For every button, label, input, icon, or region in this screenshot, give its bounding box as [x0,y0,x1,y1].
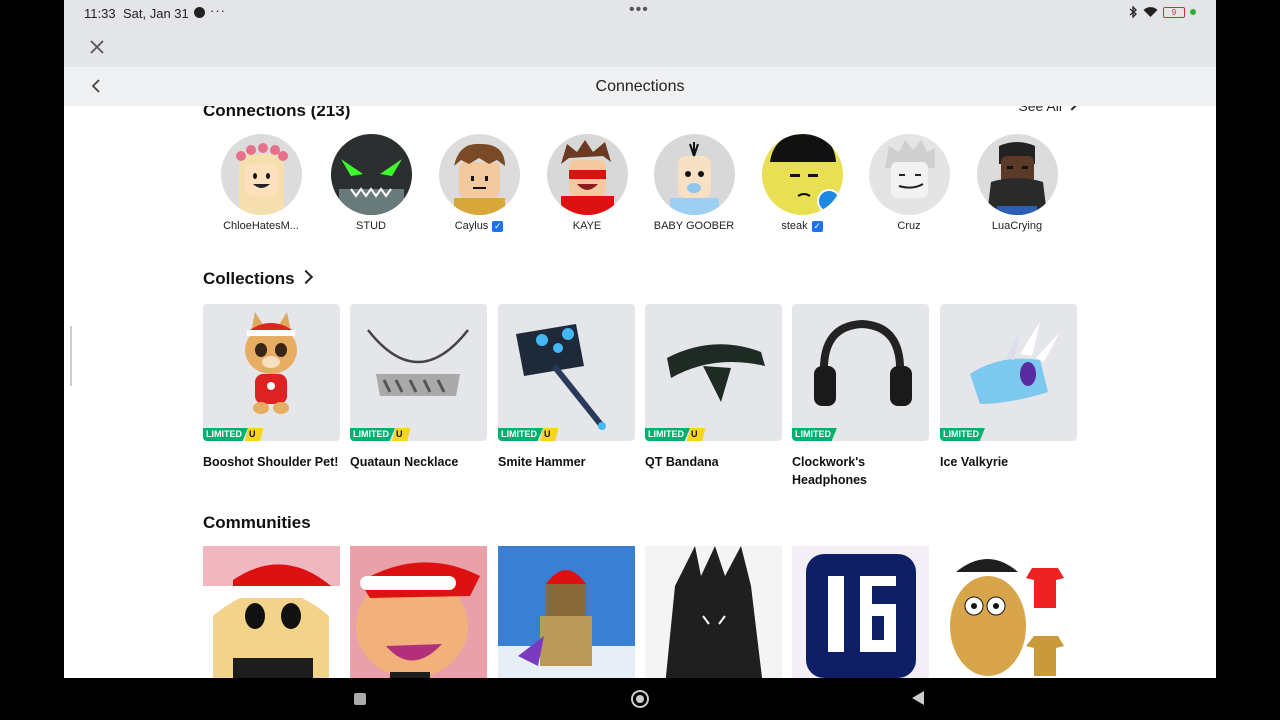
item-name: Smite Hammer [498,455,586,469]
item-name: QT Bandana [645,455,719,469]
item-name: Clockwork's Headphones [792,455,868,487]
avatar [220,134,302,215]
limited-badge: LIMITED U [350,428,411,441]
status-icons: 9 [1129,6,1196,18]
privacy-indicator-icon [1190,9,1196,15]
bluetooth-icon [1129,6,1137,18]
limited-badge: LIMITED U [498,428,559,441]
status-bar: 11:33 Sat, Jan 31 ··· ••• 9 [64,0,1216,27]
community-tile[interactable] [498,546,635,678]
friend-avatar[interactable]: BABY GOOBER [639,134,749,232]
community-tile[interactable] [645,546,782,678]
collections-heading[interactable]: Collections [203,269,313,289]
collection-item[interactable]: LIMITED U Smite Hammer [498,304,635,471]
avatar [546,134,628,215]
close-bar [64,27,1216,67]
friend-avatar[interactable]: KAYE [532,134,642,232]
connections-heading: Connections (213) [203,106,351,120]
collection-item[interactable]: LIMITED Clockwork's Headphones [792,304,929,489]
limited-badge: LIMITED U [203,428,264,441]
friend-name: ChloeHatesM... [223,220,299,232]
friend-name: LuaCrying [991,220,1043,232]
close-icon[interactable] [86,36,108,58]
item-thumbnail: LIMITED U [645,304,782,441]
limited-badge: LIMITED U [645,428,706,441]
community-tile[interactable] [203,546,340,678]
avatar [653,134,735,215]
limited-badge: LIMITED [792,428,837,441]
verified-badge-icon: ✓ [811,220,823,232]
item-thumbnail: LIMITED U [498,304,635,441]
community-tile[interactable] [940,546,1077,678]
item-thumbnail: LIMITED [792,304,929,441]
item-name: Quataun Necklace [350,455,459,469]
friend-name: steak ✓ [781,220,823,232]
scroll-content[interactable]: Connections (213) See All ChloeHatesM...… [64,106,1216,678]
chevron-right-icon [1066,106,1078,111]
communities-heading: Communities [203,513,311,532]
system-back-icon[interactable] [912,691,924,705]
avatar [330,134,412,215]
see-all-link[interactable]: See All [1018,106,1078,114]
recent-apps-icon[interactable] [354,693,366,705]
chevron-right-icon [298,269,313,285]
more-notifications-icon: ··· [210,3,226,18]
friend-avatar[interactable]: STUD [316,134,426,232]
user-badge-icon [816,189,841,213]
avatar [868,134,950,215]
item-thumbnail: LIMITED U [350,304,487,441]
item-name: Booshot Shoulder Pet! [203,455,339,469]
friend-avatar[interactable]: Cruz [854,134,964,232]
friend-avatar[interactable]: ChloeHatesM... [206,134,316,232]
item-name: Ice Valkyrie [940,455,1009,469]
status-time: 11:33 [84,6,116,21]
status-date: Sat, Jan 31 [123,6,189,21]
top-nav-bar: Connections [64,67,1216,106]
battery-icon: 9 [1163,6,1185,18]
collection-item[interactable]: LIMITED U QT Bandana [645,304,782,471]
friend-name: Caylus ✓ [454,220,504,232]
friend-name: STUD [356,220,386,232]
edge-handle[interactable] [70,326,72,386]
community-tile[interactable] [350,546,487,678]
wifi-icon [1143,6,1158,17]
system-nav-bar [0,678,1280,720]
collection-item[interactable]: LIMITED U Booshot Shoulder Pet! [203,304,340,471]
avatar [976,134,1058,215]
item-thumbnail: LIMITED U [203,304,340,441]
friend-avatar[interactable]: LuaCrying [962,134,1072,232]
messenger-icon [194,7,205,18]
friend-avatar[interactable]: Caylus ✓ [424,134,534,232]
multiwindow-handle-icon[interactable]: ••• [629,1,649,19]
see-all-label: See All [1018,106,1062,114]
friend-avatar[interactable]: steak ✓ [747,134,857,232]
verified-badge-icon: ✓ [492,220,504,232]
community-tile[interactable] [792,546,929,678]
home-icon[interactable] [631,690,649,708]
avatar [761,134,843,215]
avatar [438,134,520,215]
friend-name: Cruz [897,220,921,232]
page-title: Connections [595,78,685,95]
collection-item[interactable]: LIMITED Ice Valkyrie [940,304,1077,471]
collection-item[interactable]: LIMITED U Quataun Necklace [350,304,487,471]
app-screen: 11:33 Sat, Jan 31 ··· ••• 9 Connections … [64,0,1216,678]
friend-name: BABY GOOBER [653,220,735,232]
limited-badge: LIMITED [940,428,985,441]
friend-name: KAYE [572,220,602,232]
item-thumbnail: LIMITED [940,304,1077,441]
